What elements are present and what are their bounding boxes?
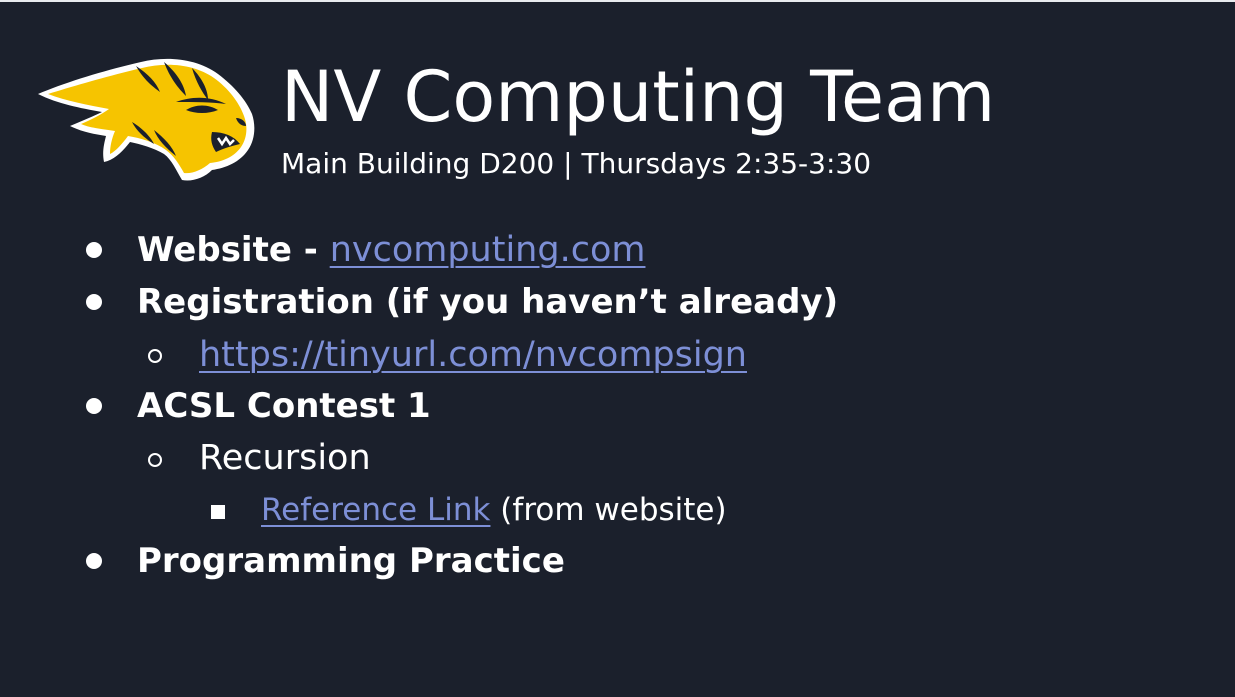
bullet-circle-icon [148, 453, 162, 467]
website-link[interactable]: nvcomputing.com [330, 230, 646, 270]
bullet-disc-icon [86, 553, 102, 569]
meeting-info-subtitle: Main Building D200 | Thursdays 2:35-3:30 [281, 147, 872, 180]
reference-note: (from website) [490, 492, 727, 528]
bullet-disc-icon [86, 398, 102, 414]
registration-label: Registration (if you haven’t already) [137, 282, 839, 322]
registration-item: https://tinyurl.com/nvcompsign [199, 333, 747, 377]
programming-practice-label: Programming Practice [137, 541, 565, 581]
bullet-website: Website - nvcomputing.com [137, 228, 645, 278]
reference-link[interactable]: Reference Link [261, 492, 490, 528]
recursion-label: Recursion [199, 438, 371, 478]
bullet-square-icon [211, 505, 225, 519]
bullet-disc-icon [86, 242, 102, 258]
slide: NV Computing Team Main Building D200 | T… [0, 2, 1235, 697]
acsl-contest-label: ACSL Contest 1 [137, 386, 431, 426]
bullet-disc-icon [86, 294, 102, 310]
wildcat-mascot-icon [38, 58, 255, 181]
reference-item: Reference Link (from website) [261, 488, 727, 537]
registration-link[interactable]: https://tinyurl.com/nvcompsign [199, 335, 747, 375]
website-label: Website - [137, 230, 330, 270]
page-title: NV Computing Team [281, 56, 996, 138]
bullet-circle-icon [148, 349, 162, 363]
